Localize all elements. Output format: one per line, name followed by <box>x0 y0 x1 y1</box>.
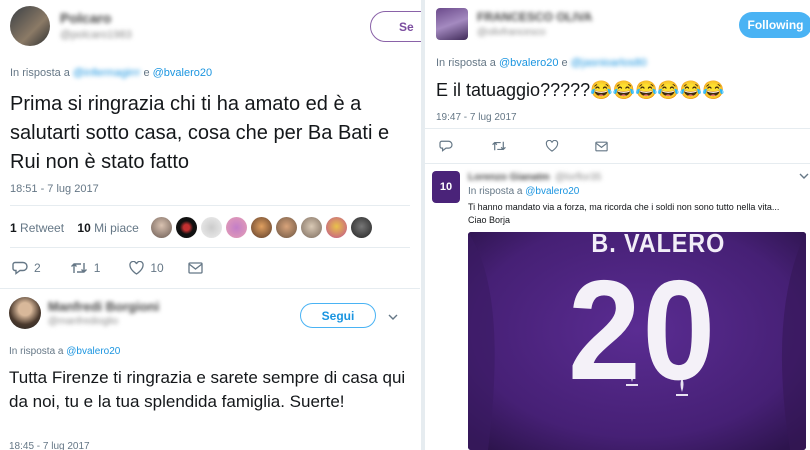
user-handle: @lorflor35 <box>555 172 602 183</box>
liker-avatar[interactable] <box>351 217 372 238</box>
avatar-jersey-number: 10 <box>439 181 453 193</box>
display-name[interactable]: FRANCESCO OLIVA <box>477 10 592 24</box>
envelope-icon <box>188 262 203 274</box>
reply-mention[interactable]: @bvalero20 <box>66 346 120 357</box>
reply-context: In risposta a @bvalero20 <box>9 346 121 357</box>
user-handle: @manfredioglio <box>48 316 119 327</box>
follow-button-label: Segui <box>321 308 355 323</box>
divider <box>10 205 410 206</box>
reply-action[interactable]: 2 <box>12 261 41 275</box>
follow-button[interactable]: Segui <box>300 303 376 328</box>
likes-label[interactable]: Mi piace <box>94 221 139 235</box>
avatar[interactable] <box>10 6 50 46</box>
reply-mention[interactable]: @bvalero20 <box>499 57 558 69</box>
tweet-text: Tutta Firenze ti ringrazia e sarete semp… <box>9 368 406 411</box>
tweet-text: Prima si ringrazia chi ti ha amato ed è … <box>10 93 390 173</box>
liker-avatar[interactable] <box>176 217 197 238</box>
like-action[interactable] <box>545 140 559 152</box>
liker-avatar[interactable] <box>301 217 322 238</box>
reply-icon <box>12 261 28 275</box>
reply-action[interactable] <box>439 140 453 152</box>
direct-message-action[interactable] <box>188 262 203 274</box>
divider <box>0 288 420 289</box>
reply-context: In risposta a @bvalero20 <box>468 186 580 197</box>
following-button[interactable]: Following <box>739 12 810 38</box>
avatar[interactable] <box>436 8 468 40</box>
avatar[interactable] <box>9 297 41 329</box>
display-name[interactable]: Polcaro <box>60 10 111 26</box>
retweet-icon <box>70 263 87 273</box>
tweet-actions: 2 1 10 <box>12 261 203 275</box>
divider <box>425 163 810 164</box>
heart-icon <box>129 261 145 275</box>
tweet-timestamp[interactable]: 18:51 - 7 lug 2017 <box>10 183 99 195</box>
envelope-icon <box>595 141 608 151</box>
retweet-icon <box>492 141 506 151</box>
reply-mention-hidden[interactable]: @infermagirrr <box>73 67 140 79</box>
liker-avatars <box>151 217 372 238</box>
reply-mention[interactable]: @bvalero20 <box>153 67 212 79</box>
user-handle: @olivfrancesco <box>477 27 546 38</box>
retweet-count: 1 <box>93 261 101 275</box>
chevron-down-icon[interactable] <box>799 173 809 179</box>
tweet-signoff: Ciao Borja <box>468 215 511 225</box>
display-name[interactable]: Manfredi Borgioni <box>48 299 159 314</box>
left-screenshot-column: Polcaro @polcaro1983 Se In risposta a @i… <box>0 0 440 450</box>
reply-context: In risposta a @infermagirrr e @bvalero20 <box>10 67 213 79</box>
tweet-text: E il tatuaggio?????😂😂😂😂😂😂 <box>436 80 725 100</box>
likes-count[interactable]: 10 <box>77 221 90 235</box>
jersey-number: 20 <box>568 251 717 410</box>
chevron-down-icon[interactable] <box>388 314 398 320</box>
reply-icon <box>439 140 453 152</box>
tweet-photo[interactable]: B. VALERO 20 <box>468 232 806 450</box>
display-name[interactable]: Lorenzo Gianatm <box>468 172 550 183</box>
liker-avatar[interactable] <box>326 217 347 238</box>
retweets-label[interactable]: Retweet <box>20 221 64 235</box>
direct-message-action[interactable] <box>595 141 608 152</box>
liker-avatar[interactable] <box>226 217 247 238</box>
like-count: 10 <box>150 261 164 275</box>
liker-avatar[interactable] <box>276 217 297 238</box>
reply-count: 2 <box>34 261 41 275</box>
right-screenshot-column: FRANCESCO OLIVA @olivfrancesco Following… <box>425 0 810 450</box>
follow-button-label: Se <box>399 19 414 34</box>
liker-avatar[interactable] <box>251 217 272 238</box>
tweet-actions <box>439 140 608 152</box>
tweet-text: Ti hanno mandato via a forza, ma ricorda… <box>468 202 780 212</box>
tweet-timestamp[interactable]: 19:47 - 7 lug 2017 <box>436 112 517 123</box>
following-button-label: Following <box>747 18 804 32</box>
retweet-action[interactable] <box>491 140 507 152</box>
engagement-stats: 1 Retweet 10 Mi piace <box>10 221 139 235</box>
reply-context: In risposta a @bvalero20 e @jasnioarlos8… <box>436 57 647 69</box>
divider <box>10 247 410 248</box>
like-action[interactable]: 10 <box>129 261 164 275</box>
liker-avatar[interactable] <box>201 217 222 238</box>
liker-avatar[interactable] <box>151 217 172 238</box>
retweet-action[interactable]: 1 <box>70 261 101 275</box>
reply-mention[interactable]: @bvalero20 <box>525 186 579 197</box>
avatar[interactable]: 10 <box>432 171 460 203</box>
reply-mention-hidden[interactable]: @jasnioarlos80 <box>571 57 647 69</box>
divider <box>425 128 810 129</box>
heart-icon <box>545 140 559 152</box>
tweet-timestamp[interactable]: 18:45 - 7 lug 2017 <box>9 441 90 450</box>
user-handle: @polcaro1983 <box>60 29 132 41</box>
retweets-count[interactable]: 1 <box>10 221 17 235</box>
